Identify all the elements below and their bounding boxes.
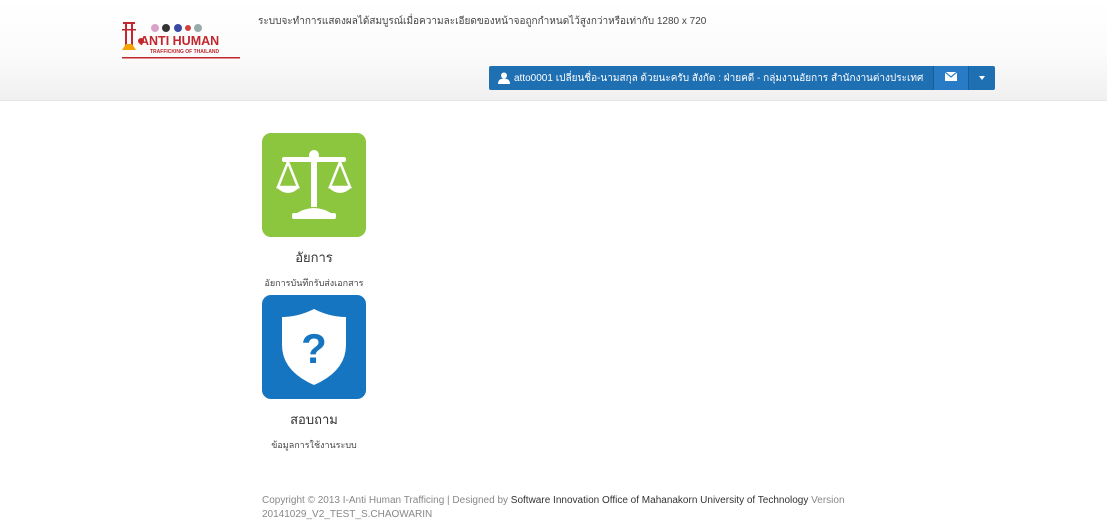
app-tile-prosecutor[interactable] — [262, 133, 366, 237]
app-subtitle: อัยการบันทึกรับส่งเอกสาร — [264, 278, 364, 288]
mail-button[interactable] — [933, 66, 969, 90]
scales-icon — [276, 150, 352, 219]
envelope-icon — [944, 71, 958, 84]
version-label: Version — [808, 495, 845, 506]
user-menu-button[interactable]: atto0001 เปลี่ยนชื่อ-นามสกุล ด้วยนะครับ … — [489, 66, 934, 90]
svg-text:?: ? — [301, 325, 327, 372]
user-toolbar: atto0001 เปลี่ยนชื่อ-นามสกุล ด้วยนะครับ … — [489, 66, 996, 90]
user-label: atto0001 เปลี่ยนชื่อ-นามสกุล ด้วยนะครับ … — [514, 72, 924, 84]
anti-human-trafficking-logo[interactable]: ANTI HUMAN TRAFFICKING OF THAILAND — [120, 20, 242, 60]
app-title[interactable]: อัยการ — [210, 247, 418, 268]
app-prosecutor[interactable]: อัยการ อัยการบันทึกรับส่งเอกสาร — [210, 133, 418, 290]
designer-text: Software Innovation Office of Mahanakorn… — [510, 495, 809, 506]
app-tile-inquiry[interactable]: ? — [262, 295, 366, 399]
copyright-text: Copyright © 2013 I-Anti Human Trafficing… — [262, 495, 511, 506]
app-inquiry[interactable]: ? สอบถาม ข้อมูลการใช้งานระบบ — [210, 295, 418, 452]
header: ANTI HUMAN TRAFFICKING OF THAILAND ระบบจ… — [0, 0, 1107, 101]
shield-question-icon: ? — [282, 309, 346, 385]
footer: Copyright © 2013 I-Anti Human Trafficing… — [262, 494, 862, 522]
caret-down-icon — [979, 76, 986, 80]
svg-text:TRAFFICKING OF THAILAND: TRAFFICKING OF THAILAND — [150, 49, 220, 55]
svg-text:ANTI HUMAN: ANTI HUMAN — [140, 34, 219, 48]
resolution-notice: ระบบจะทำการแสดงผลได้สมบูรณ์เมื่อความละเอ… — [258, 16, 707, 27]
app-title[interactable]: สอบถาม — [210, 409, 418, 430]
dropdown-toggle[interactable] — [968, 66, 996, 90]
version-text: 20141029_V2_TEST_S.CHAOWARIN — [262, 509, 433, 520]
app-subtitle: ข้อมูลการใช้งานระบบ — [271, 440, 357, 450]
user-icon — [498, 72, 510, 84]
